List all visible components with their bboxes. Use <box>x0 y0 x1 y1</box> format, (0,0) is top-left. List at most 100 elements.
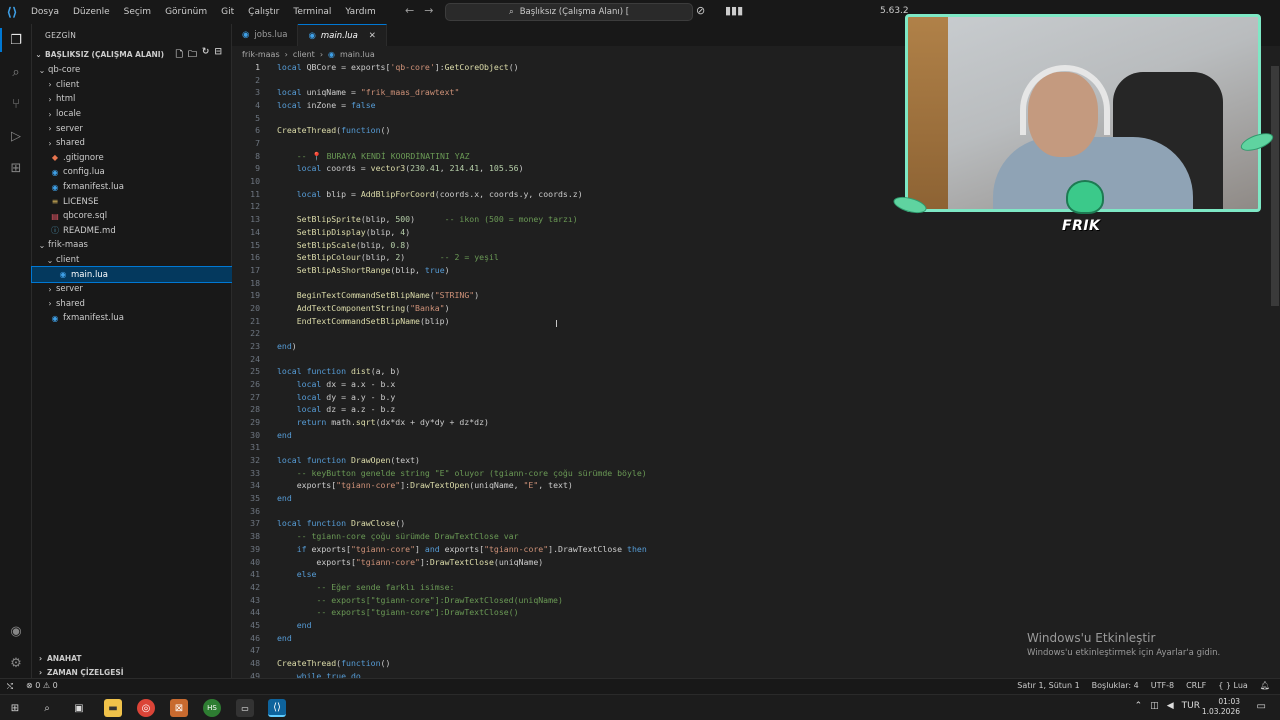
problems-indicator[interactable]: ⊗ 0 ⚠ 0 <box>26 681 58 690</box>
run-debug-icon[interactable]: ▷ <box>4 124 28 148</box>
file-explorer-icon[interactable]: ▬ <box>104 699 122 717</box>
encoding[interactable]: UTF-8 <box>1151 681 1174 690</box>
tree-folder[interactable]: › html <box>32 92 232 107</box>
code-line[interactable]: 34 exports["tgiann-core"]:DrawTextOpen(u… <box>232 479 1272 492</box>
code-line[interactable]: 44 -- exports["tgiann-core"]:DrawTextClo… <box>232 606 1272 619</box>
code-line[interactable]: 15 SetBlipScale(blip, 0.8) <box>232 239 1272 252</box>
menu-go[interactable]: Git <box>214 7 241 17</box>
code-line[interactable]: 42 -- Eğer sende farklı isimse: <box>232 581 1272 594</box>
tree-folder[interactable]: › server <box>32 282 232 297</box>
menu-edit[interactable]: Düzenle <box>66 7 117 17</box>
tab-jobs-lua[interactable]: ◉ jobs.lua <box>232 24 299 46</box>
section-timeline[interactable]: › ZAMAN ÇİZELGESİ <box>32 665 232 679</box>
tree-file[interactable]: ◆ .gitignore <box>32 151 232 166</box>
collapse-all-icon[interactable]: ⊟ <box>214 47 222 63</box>
task-view-icon[interactable]: ▣ <box>70 699 88 717</box>
tree-folder[interactable]: › locale <box>32 107 232 122</box>
line-endings[interactable]: CRLF <box>1186 681 1206 690</box>
extensions-icon[interactable]: ⊞ <box>4 156 28 180</box>
forward-arrow-icon[interactable]: → <box>424 4 433 17</box>
tree-folder[interactable]: ⌄ frik-maas <box>32 238 232 253</box>
code-line[interactable]: 21 EndTextCommandSetBlipName(blip) <box>232 315 1272 328</box>
indentation[interactable]: Boşluklar: 4 <box>1092 681 1139 690</box>
tree-file[interactable]: ◉ config.lua <box>32 165 232 180</box>
code-line[interactable]: 28 local dz = a.z - b.z <box>232 403 1272 416</box>
heidisql-icon[interactable]: HS <box>203 699 221 717</box>
code-line[interactable]: 23 end) <box>232 340 1272 353</box>
taskbar-search-icon[interactable]: ⌕ <box>38 699 56 717</box>
notification-center-icon[interactable]: ▭ <box>1257 701 1266 712</box>
menu-selection[interactable]: Seçim <box>117 7 158 17</box>
remote-indicator-icon[interactable]: ⤭ <box>0 679 20 694</box>
code-line[interactable]: 35 end <box>232 492 1272 505</box>
code-line[interactable]: 20 AddTextComponentString("Banka") <box>232 302 1272 315</box>
volume-icon[interactable]: ◀︎ <box>1167 701 1174 711</box>
menu-file[interactable]: Dosya <box>24 7 66 17</box>
code-line[interactable]: 33 -- keyButton genelde string "E" oluyo… <box>232 467 1272 480</box>
breadcrumb-item[interactable]: frik-maas <box>242 50 280 59</box>
windows-start-icon[interactable]: ⊞ <box>6 699 24 717</box>
broadcast-off-icon[interactable]: ⊘ <box>696 4 705 17</box>
code-line[interactable]: 17 SetBlipAsShortRange(blip, true) <box>232 264 1272 277</box>
terminal-icon[interactable]: ▭ <box>236 699 254 717</box>
cursor-position[interactable]: Satır 1, Sütun 1 <box>1017 681 1079 690</box>
chrome-icon[interactable]: ◎ <box>137 699 155 717</box>
tree-file[interactable]: ◉ main.lua <box>31 266 233 283</box>
account-icon[interactable]: ◉ <box>4 619 28 643</box>
notifications-bell-icon[interactable]: 🔔︎ <box>1260 681 1270 690</box>
section-outline[interactable]: › ANAHAT <box>32 651 232 665</box>
breadcrumb-item[interactable]: main.lua <box>340 50 375 59</box>
workspace-header[interactable]: ⌄ BAŞLIKSIZ (ÇALIŞMA ALANI) 🗋 🗀 ↻ ⊟ <box>32 47 232 61</box>
tree-file[interactable]: ◉ fxmanifest.lua <box>32 311 232 326</box>
tree-file[interactable]: ≡ LICENSE <box>32 194 232 209</box>
xampp-icon[interactable]: ⊠ <box>170 699 188 717</box>
close-icon[interactable]: ✕ <box>369 31 376 41</box>
tree-folder[interactable]: ⌄ client <box>32 253 232 268</box>
refresh-icon[interactable]: ↻ <box>202 47 210 63</box>
menu-terminal[interactable]: Terminal <box>286 7 338 17</box>
menu-view[interactable]: Görünüm <box>158 7 214 17</box>
code-line[interactable]: 36 <box>232 505 1272 518</box>
tree-file[interactable]: ⓘ README.md <box>32 224 232 239</box>
tab-main-lua[interactable]: ◉ main.lua ✕ <box>298 24 387 46</box>
explorer-icon[interactable]: ❐ <box>0 28 30 52</box>
command-center[interactable]: ⌕ Başlıksız (Çalışma Alanı) [ <box>445 3 693 21</box>
code-line[interactable]: 41 else <box>232 568 1272 581</box>
tree-folder[interactable]: › shared <box>32 297 232 312</box>
vscode-logo-icon[interactable]: ⟨⟩ <box>0 0 24 24</box>
code-line[interactable]: 22 <box>232 327 1272 340</box>
tree-folder[interactable]: › client <box>32 78 232 93</box>
tree-file[interactable]: ▤ qbcore.sql <box>32 209 232 224</box>
menu-run[interactable]: Çalıştır <box>241 7 286 17</box>
signal-bars-icon[interactable]: ▮▮▮ <box>725 4 743 17</box>
code-line[interactable]: 31 <box>232 441 1272 454</box>
code-line[interactable]: 18 <box>232 277 1272 290</box>
input-language[interactable]: TUR <box>1182 701 1200 711</box>
code-line[interactable]: 32 local function DrawOpen(text) <box>232 454 1272 467</box>
vscode-taskbar-icon[interactable]: ⟨⟩ <box>268 699 286 717</box>
clock[interactable]: 01:03 1.03.2026 <box>1202 697 1240 717</box>
scrollbar-thumb[interactable] <box>1271 66 1279 306</box>
tray-up-arrow-icon[interactable]: ⌃ <box>1135 701 1143 711</box>
code-line[interactable]: 13 SetBlipSprite(blip, 500) -- ikon (500… <box>232 213 1272 226</box>
code-line[interactable]: 40 exports["tgiann-core"]:DrawTextClose(… <box>232 556 1272 569</box>
code-line[interactable]: 24 <box>232 353 1272 366</box>
source-control-icon[interactable]: ⑂ <box>4 92 28 116</box>
code-line[interactable]: 19 BeginTextCommandSetBlipName("STRING") <box>232 289 1272 302</box>
new-file-icon[interactable]: 🗋 <box>176 47 183 63</box>
language-mode[interactable]: { } Lua <box>1218 681 1248 690</box>
back-arrow-icon[interactable]: ← <box>405 4 414 17</box>
new-folder-icon[interactable]: 🗀 <box>188 47 197 63</box>
tree-folder[interactable]: › shared <box>32 136 232 151</box>
code-line[interactable]: 48 CreateThread(function() <box>232 657 1272 670</box>
code-line[interactable]: 30 end <box>232 429 1272 442</box>
code-line[interactable]: 25 local function dist(a, b) <box>232 365 1272 378</box>
code-line[interactable]: 14 SetBlipDisplay(blip, 4) <box>232 226 1272 239</box>
tree-file[interactable]: ◉ fxmanifest.lua <box>32 180 232 195</box>
network-icon[interactable]: ◫ <box>1150 701 1159 711</box>
code-line[interactable]: 26 local dx = a.x - b.x <box>232 378 1272 391</box>
tree-folder[interactable]: ⌄ qb-core <box>32 63 232 78</box>
breadcrumb-item[interactable]: client <box>293 50 315 59</box>
search-activity-icon[interactable]: ⌕ <box>4 60 28 84</box>
menu-help[interactable]: Yardım <box>338 7 382 17</box>
